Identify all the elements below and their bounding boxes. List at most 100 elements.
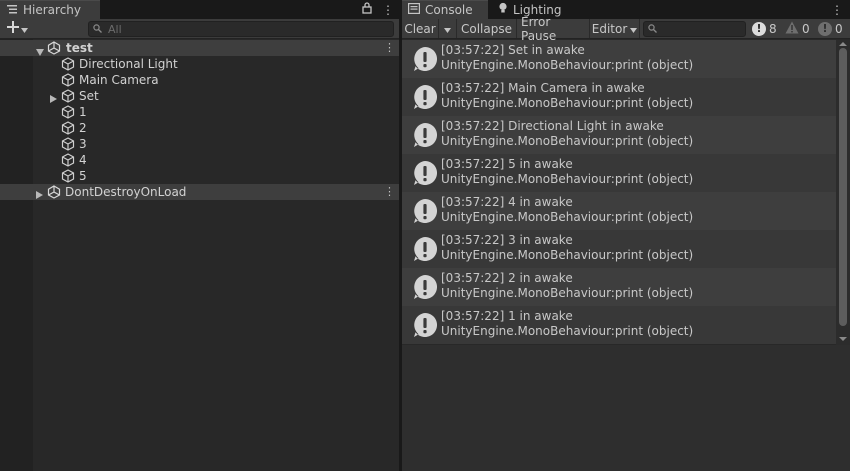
unity-scene-icon — [47, 185, 61, 202]
tab-hierarchy[interactable]: Hierarchy — [0, 0, 100, 19]
log-line-1: [03:57:22] Main Camera in awake — [441, 81, 645, 95]
log-line-1: [03:57:22] Set in awake — [441, 43, 585, 57]
item-label: Set — [79, 89, 99, 103]
info-message-icon — [414, 312, 438, 337]
info-count-toggle[interactable]: ! 8 — [752, 19, 777, 38]
log-line-1: [03:57:22] Directional Light in awake — [441, 119, 664, 133]
info-message-icon — [414, 236, 438, 261]
error-pause-button[interactable]: Error Pause — [517, 15, 590, 43]
info-count: 8 — [769, 21, 777, 36]
item-label: 3 — [79, 137, 87, 151]
log-entry[interactable]: [03:57:22] 2 in awake UnityEngine.MonoBeh… — [402, 268, 836, 306]
editor-dropdown[interactable]: Editor — [590, 19, 640, 38]
menu-kebab-icon[interactable]: ⋮ — [831, 3, 843, 17]
item-label: 2 — [79, 121, 87, 135]
log-line-1: [03:57:22] 4 in awake — [441, 195, 573, 209]
warning-count: 0 — [802, 21, 810, 36]
tab-label: Hierarchy — [23, 3, 82, 17]
scrollbar-thumb[interactable] — [839, 48, 847, 326]
editor-label: Editor — [591, 21, 628, 36]
log-line-2: UnityEngine.MonoBehaviour:print (object) — [441, 134, 694, 148]
log-line-2: UnityEngine.MonoBehaviour:print (object) — [441, 286, 694, 300]
log-line-1: [03:57:22] 5 in awake — [441, 157, 573, 171]
console-toolbar: Clear Collapse Error Pause Editor ! 8 0 … — [402, 15, 850, 43]
warning-icon — [785, 21, 799, 37]
hierarchy-item[interactable]: Set — [0, 88, 399, 104]
hierarchy-item[interactable]: 4 — [0, 152, 399, 168]
hierarchy-item[interactable]: Directional Light — [0, 56, 399, 72]
hierarchy-item[interactable]: 2 — [0, 120, 399, 136]
search-icon — [648, 22, 657, 36]
log-entry[interactable]: [03:57:22] 1 in awake UnityEngine.MonoBeh… — [402, 306, 836, 344]
log-line-2: UnityEngine.MonoBehaviour:print (object) — [441, 172, 694, 186]
console-tab-bar: Console Lighting ⋮ — [402, 0, 850, 19]
log-line-2: UnityEngine.MonoBehaviour:print (object) — [441, 96, 694, 110]
item-label: 4 — [79, 153, 87, 167]
log-message: [03:57:22] 3 in awake UnityEngine.MonoBeh… — [441, 233, 693, 263]
hierarchy-panel: Hierarchy ⋮ All test ⋮ Directional Light… — [0, 0, 399, 471]
log-entry[interactable]: [03:57:22] 5 in awake UnityEngine.MonoBeh… — [402, 154, 836, 192]
item-label: Directional Light — [79, 57, 178, 71]
add-object-button[interactable] — [7, 21, 28, 36]
log-message: [03:57:22] Main Camera in awake UnityEngi… — [441, 81, 693, 111]
log-message: [03:57:22] Set in awake UnityEngine.MonoB… — [441, 43, 693, 73]
info-message-icon — [414, 46, 438, 71]
collapse-button[interactable]: Collapse — [457, 19, 517, 38]
scene-menu-kebab-icon[interactable]: ⋮ — [384, 40, 395, 56]
plus-icon — [7, 21, 19, 36]
console-search-input[interactable] — [643, 21, 746, 37]
hierarchy-toolbar: All — [0, 19, 399, 39]
clear-button[interactable]: Clear — [402, 19, 439, 38]
log-message: [03:57:22] Directional Light in awake Uni… — [441, 119, 693, 149]
scene-name: DontDestroyOnLoad — [65, 185, 187, 199]
expand-arrow-closed-icon[interactable] — [36, 188, 43, 202]
log-message: [03:57:22] 2 in awake UnityEngine.MonoBeh… — [441, 271, 693, 301]
log-message: [03:57:22] 4 in awake UnityEngine.MonoBeh… — [441, 195, 693, 225]
hierarchy-item[interactable]: 5 — [0, 168, 399, 184]
log-line-1: [03:57:22] 3 in awake — [441, 233, 573, 247]
error-pause-label: Error Pause — [521, 14, 557, 43]
error-icon: ! — [818, 21, 832, 36]
console-icon — [408, 3, 421, 17]
log-entry[interactable]: [03:57:22] 4 in awake UnityEngine.MonoBeh… — [402, 192, 836, 230]
hierarchy-icon — [6, 3, 18, 18]
item-label: 1 — [79, 105, 87, 119]
collapse-label: Collapse — [461, 21, 512, 36]
info-message-icon — [414, 274, 438, 299]
hierarchy-search-input[interactable]: All — [88, 21, 394, 37]
hierarchy-tab-bar: Hierarchy ⋮ — [0, 0, 399, 19]
error-count-toggle[interactable]: ! 0 — [818, 19, 843, 38]
hierarchy-item[interactable]: 1 — [0, 104, 399, 120]
tab-label: Console — [425, 3, 473, 17]
log-line-1: [03:57:22] 2 in awake — [441, 271, 573, 285]
tab-console[interactable]: Console — [402, 0, 488, 19]
scene-name: test — [66, 41, 93, 55]
clear-options-dropdown[interactable] — [439, 19, 457, 38]
log-entry[interactable]: [03:57:22] 3 in awake UnityEngine.MonoBeh… — [402, 230, 836, 268]
error-count: 0 — [835, 21, 843, 36]
scene-row-test[interactable]: test ⋮ — [0, 40, 399, 56]
chevron-down-icon — [444, 22, 451, 36]
lock-icon[interactable] — [362, 2, 372, 17]
item-label: Main Camera — [79, 73, 159, 87]
console-scrollbar[interactable] — [836, 40, 850, 345]
scroll-down-icon[interactable] — [839, 337, 847, 341]
menu-kebab-icon[interactable]: ⋮ — [382, 3, 394, 17]
log-entry[interactable]: [03:57:22] Main Camera in awake UnityEngi… — [402, 78, 836, 116]
info-message-icon — [414, 198, 438, 223]
log-entry[interactable]: [03:57:22] Set in awake UnityEngine.MonoB… — [402, 40, 836, 78]
log-message: [03:57:22] 1 in awake UnityEngine.MonoBeh… — [441, 309, 693, 339]
log-line-2: UnityEngine.MonoBehaviour:print (object) — [441, 324, 694, 338]
console-panel: Console Lighting ⋮ Clear Collapse Error … — [402, 0, 850, 471]
chevron-down-icon — [630, 22, 638, 36]
scroll-up-icon[interactable] — [839, 42, 847, 46]
hierarchy-item[interactable]: Main Camera — [0, 72, 399, 88]
log-line-2: UnityEngine.MonoBehaviour:print (object) — [441, 210, 694, 224]
scene-menu-kebab-icon[interactable]: ⋮ — [384, 184, 395, 200]
scene-row-dontdestroyonload[interactable]: DontDestroyOnLoad ⋮ — [0, 184, 399, 200]
log-message: [03:57:22] 5 in awake UnityEngine.MonoBeh… — [441, 157, 693, 187]
hierarchy-item[interactable]: 3 — [0, 136, 399, 152]
item-label: 5 — [79, 169, 87, 183]
log-entry[interactable]: [03:57:22] Directional Light in awake Uni… — [402, 116, 836, 154]
warning-count-toggle[interactable]: 0 — [785, 19, 810, 38]
